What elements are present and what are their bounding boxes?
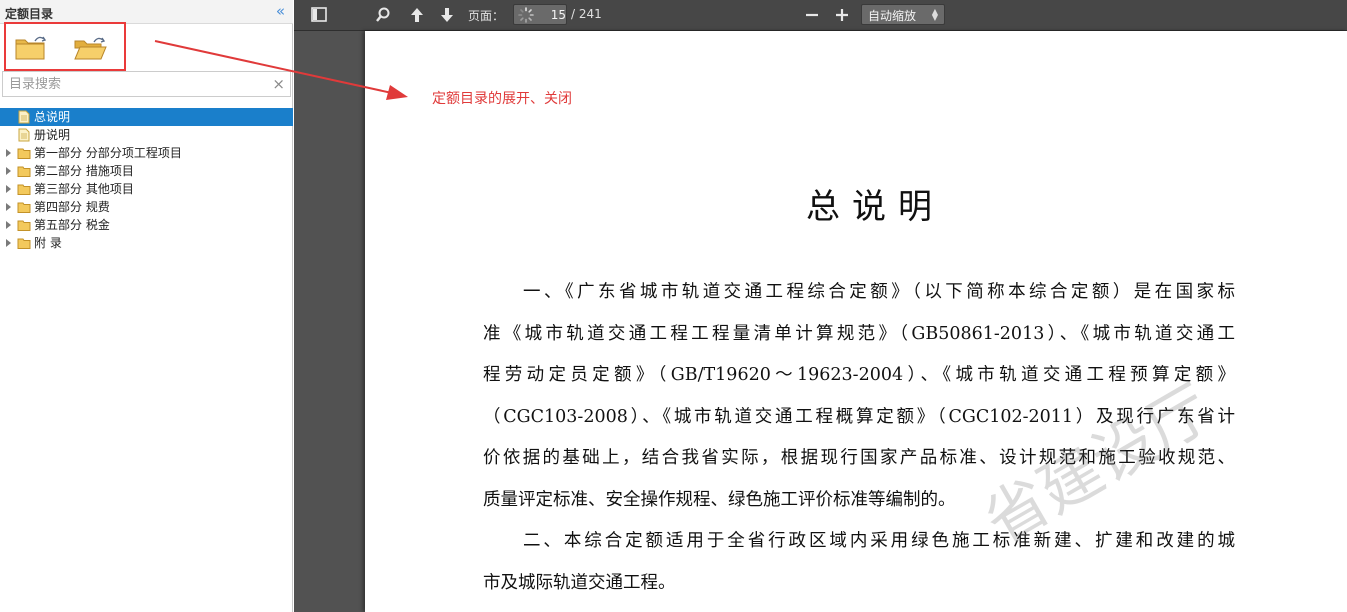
text-line: 准《城市轨道交通工程工程量清单计算规范》（GB50861-2013）、《城市轨道…	[483, 323, 1235, 344]
expand-arrow-icon[interactable]	[6, 149, 11, 157]
tree-item-label: 第五部分 税金	[34, 218, 110, 232]
loading-spinner-icon	[518, 7, 534, 23]
tree-item-label: 总说明	[34, 110, 71, 124]
tree-item-label: 附 录	[34, 236, 62, 250]
app-window: 定额目录 « 目录搜索 × 总说明 册说明 第一部分 分部分项工程项目 第二部分…	[0, 0, 1347, 612]
text-line: 一、《广东省城市轨道交通工程综合定额》（以下简称本综合定额）是在国家标	[523, 282, 1235, 302]
annotation-label: 定额目录的展开、关闭	[432, 91, 572, 107]
next-page-button[interactable]	[437, 6, 457, 24]
collapse-all-button[interactable]	[13, 33, 49, 63]
tree-item-label: 第二部分 措施项目	[34, 164, 134, 178]
expand-arrow-icon[interactable]	[6, 203, 11, 211]
catalog-search-input[interactable]	[3, 72, 265, 96]
sidebar-toggle-icon	[311, 7, 327, 22]
page-number-box	[513, 4, 567, 25]
tree-item-part-1[interactable]: 第一部分 分部分项工程项目	[0, 144, 293, 162]
page-total: / 241	[571, 7, 602, 21]
pdf-page: 总说明 一、《广东省城市轨道交通工程综合定额》（以下简称本综合定额）是在国家标 …	[365, 31, 1347, 612]
tree-item-label: 册说明	[34, 128, 71, 142]
text-line: 二、本综合定额适用于全省行政区域内采用绿色施工标准新建、扩建和改建的城	[523, 531, 1235, 551]
tree-item-general[interactable]: 总说明	[0, 108, 293, 126]
toggle-sidebar-button[interactable]	[309, 6, 329, 24]
text-line: 市及城际轨道交通工程。	[483, 572, 676, 593]
pdf-toolbar: 页面： / 241 自动缩放 ▲▼	[294, 0, 1347, 31]
zoom-value: 自动缩放	[868, 9, 917, 23]
expand-all-button[interactable]	[72, 33, 108, 63]
arrow-down-icon	[441, 8, 453, 22]
tree-item-volume[interactable]: 册说明	[0, 126, 293, 144]
sidebar-title: 定额目录	[5, 7, 54, 21]
document-title: 总说明	[806, 187, 944, 227]
catalog-search: ×	[2, 71, 291, 97]
folder-closed-icon	[15, 36, 47, 60]
paragraph-2: 二、本综合定额适用于全省行政区域内采用绿色施工标准新建、扩建和改建的城 市及城际…	[483, 521, 1235, 604]
catalog-sidebar: 定额目录 « 目录搜索 × 总说明 册说明 第一部分 分部分项工程项目 第二部分…	[0, 0, 293, 612]
folder-open-icon	[74, 37, 107, 60]
page-number-input[interactable]	[536, 5, 566, 24]
tree-item-label: 第三部分 其他项目	[34, 182, 134, 196]
zoom-select[interactable]: 自动缩放 ▲ ▼	[861, 4, 945, 25]
expand-arrow-icon[interactable]	[6, 185, 11, 193]
zoom-in-button[interactable]	[832, 6, 852, 24]
tree-item-appendix[interactable]: 附 录	[0, 234, 293, 252]
zoom-out-button[interactable]	[802, 6, 822, 24]
catalog-tree: 总说明 册说明 第一部分 分部分项工程项目 第二部分 措施项目 第三部分 其他项…	[0, 108, 293, 252]
pdf-viewport[interactable]: 总说明 一、《广东省城市轨道交通工程综合定额》（以下简称本综合定额）是在国家标 …	[294, 31, 1347, 612]
folder-icon	[17, 148, 31, 159]
tree-item-part-5[interactable]: 第五部分 税金	[0, 216, 293, 234]
folder-icon	[17, 220, 31, 231]
folder-icon	[17, 202, 31, 213]
plus-icon	[836, 9, 848, 21]
sidebar-header: 定额目录 «	[0, 0, 293, 24]
folder-icon	[17, 166, 31, 177]
text-line: 程劳动定员定额》（GB/T19620～19623-2004）、《城市轨道交通工程…	[483, 365, 1235, 385]
tree-item-part-4[interactable]: 第四部分 规费	[0, 198, 293, 216]
tree-item-label: 第一部分 分部分项工程项目	[34, 146, 182, 160]
tree-item-part-2[interactable]: 第二部分 措施项目	[0, 162, 293, 180]
minus-icon	[806, 13, 818, 17]
search-clear-icon[interactable]: ×	[272, 75, 285, 93]
expand-arrow-icon[interactable]	[6, 221, 11, 229]
tree-toolbar-highlight	[4, 22, 126, 71]
collapse-sidebar-button[interactable]: «	[276, 2, 285, 20]
caret-updown-icon: ▲ ▼	[931, 7, 938, 22]
document-icon	[18, 128, 30, 142]
find-button[interactable]	[373, 6, 393, 24]
previous-page-button[interactable]	[407, 6, 427, 24]
tree-item-label: 第四部分 规费	[34, 200, 110, 214]
search-icon	[376, 7, 390, 22]
document-icon	[18, 110, 30, 124]
expand-arrow-icon[interactable]	[6, 167, 11, 175]
tree-item-part-3[interactable]: 第三部分 其他项目	[0, 180, 293, 198]
expand-arrow-icon[interactable]	[6, 239, 11, 247]
folder-icon	[17, 238, 31, 249]
folder-icon	[17, 184, 31, 195]
arrow-up-icon	[411, 8, 423, 22]
page-label: 页面：	[468, 9, 505, 23]
